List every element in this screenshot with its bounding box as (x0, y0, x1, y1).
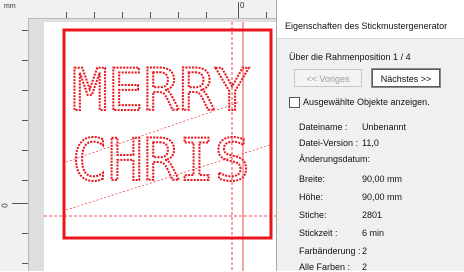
panel-title-bar (277, 0, 464, 39)
prop-label-color-changes: Farbänderung : (299, 246, 361, 256)
show-selected-label: Ausgewählte Objekte anzeigen. (303, 97, 430, 107)
prop-value-filename: Unbenannt (362, 122, 407, 132)
prop-value-stitch-time: 6 min (362, 228, 385, 238)
prop-value-width: 90,00 mm (362, 174, 403, 184)
prop-label-stitch-time: Stickzeit : (299, 228, 338, 238)
prop-label-modified: Änderungsdatum: (299, 154, 371, 164)
embroidery-text-line2: CHRIS (72, 126, 250, 194)
panel-title: Eigenschaften des Stickmustergenerator (285, 21, 448, 31)
prop-label-height: Höhe: (299, 192, 324, 202)
prop-label-stitches: Stiche: (299, 210, 327, 220)
prop-value-height: 90,00 mm (362, 192, 403, 202)
next-button[interactable]: Nächstes >> (372, 69, 440, 87)
prop-label-width: Breite: (299, 174, 326, 184)
embroidery-text-line1: MERRY (72, 56, 250, 124)
prop-value-color-changes: 2 (362, 246, 368, 256)
show-selected-checkbox[interactable] (289, 97, 300, 108)
previous-button[interactable]: << Voriges (294, 69, 362, 87)
properties-panel: Eigenschaften des Stickmustergenerator Ü… (276, 0, 464, 272)
embroidery-canvas[interactable]: MERRY CHRIS (0, 0, 276, 271)
prop-value-stitches: 2801 (362, 210, 383, 220)
prop-label-filename: Dateiname : (299, 122, 348, 132)
frame-position-label: Über die Rahmenposition 1 / 4 (289, 52, 411, 62)
prop-label-version: Datei-Version : (299, 138, 359, 148)
prop-value-version: 11,0 (362, 138, 379, 148)
embroidery-app: mm 0 0 MERRY CHRIS Eigenschaften des Sti… (0, 0, 464, 272)
